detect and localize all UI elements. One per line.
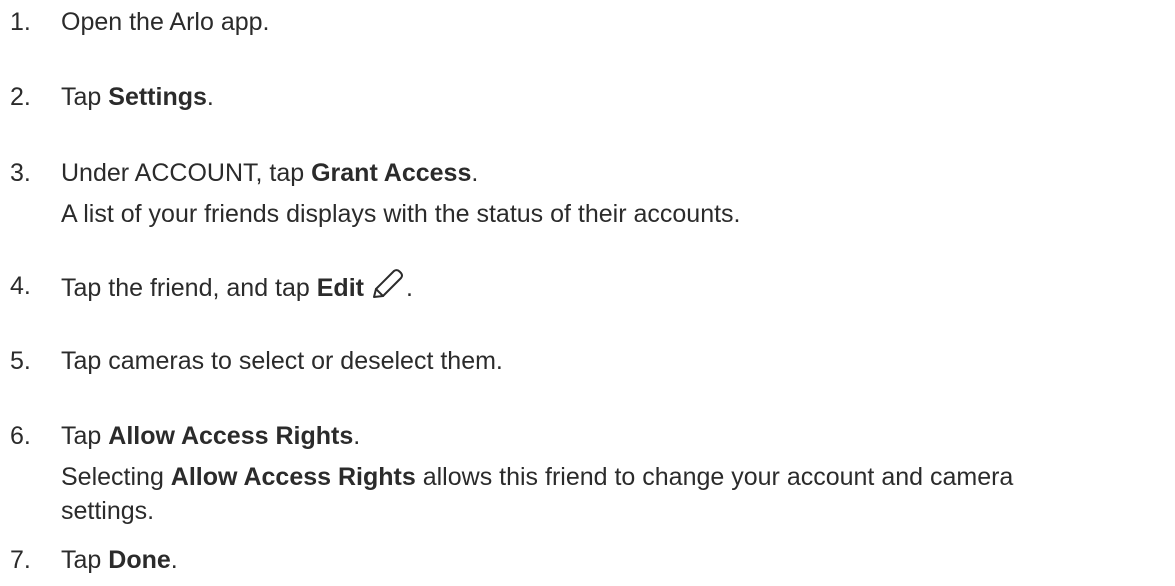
step-result-text: Selecting (61, 463, 171, 491)
ui-term-edit: Edit (316, 274, 364, 302)
step-text: Tap cameras to select or deselect them. (61, 343, 503, 379)
instruction-steps: 1. Open the Arlo app. 2. Tap Settings. 3… (0, 0, 1175, 586)
step-text: Tap Done. (61, 542, 178, 578)
step-text-part: . (405, 274, 413, 302)
step-text: Tap Allow Access Rights. (61, 418, 360, 454)
step-text: Open the Arlo app. (61, 4, 269, 40)
step-number: 5. (10, 347, 31, 375)
step-number: 4. (10, 272, 31, 300)
step-text-part: Under ACCOUNT, tap (61, 159, 312, 187)
step-text-part: Tap (61, 83, 109, 111)
step-result-text: A list of your friends displays with the… (61, 200, 741, 228)
step-number: 1. (10, 8, 31, 36)
step-text-part: Tap cameras to select or deselect them. (61, 347, 503, 375)
step-text-part: Tap (61, 546, 109, 574)
ui-term-allow-access-rights: Allow Access Rights (108, 422, 354, 450)
step-text: Tap the friend, and tap Edit. (61, 268, 413, 306)
ui-term-allow-access-rights: Allow Access Rights (170, 463, 416, 491)
ui-term-grant-access: Grant Access (311, 159, 472, 187)
step-3-result: A list of your friends displays with the… (61, 196, 741, 232)
step-result-text: allows this friend to change your accoun… (415, 463, 1014, 491)
pencil-icon (370, 268, 406, 300)
step-text-part: . (206, 83, 214, 111)
step-text-part: Tap (61, 422, 109, 450)
step-number: 7. (10, 546, 31, 574)
step-text: Tap Settings. (61, 79, 214, 115)
step-text-part: Open the Arlo app. (61, 8, 270, 36)
step-result-text: settings. (61, 497, 155, 525)
step-text: Under ACCOUNT, tap Grant Access. (61, 155, 478, 191)
ui-term-settings: Settings (108, 83, 207, 111)
step-number: 2. (10, 83, 31, 111)
step-6-result: Selecting Allow Access Rights allows thi… (61, 459, 1013, 495)
ui-term-done: Done (108, 546, 171, 574)
step-text-part: . (471, 159, 479, 187)
step-number: 6. (10, 422, 31, 450)
step-number: 3. (10, 159, 31, 187)
step-text-part: . (353, 422, 361, 450)
step-text-part: . (170, 546, 178, 574)
step-6-result-continued: settings. (61, 493, 154, 529)
step-text-part: Tap the friend, and tap (61, 274, 317, 302)
